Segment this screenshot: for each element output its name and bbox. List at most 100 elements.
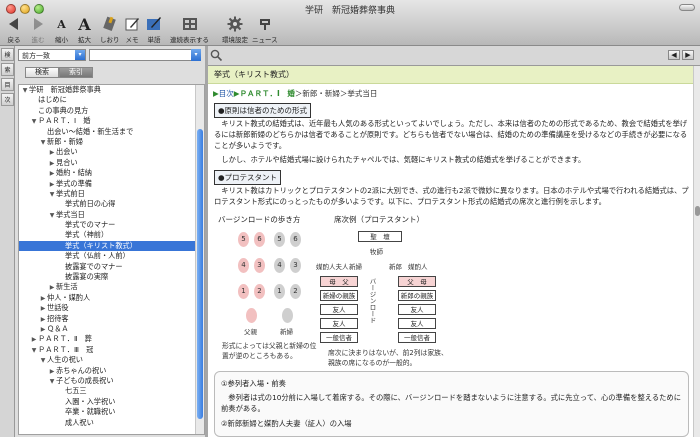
chevron-down-icon: ▾ (75, 50, 85, 60)
tree-item[interactable]: 入園・入学祝い (19, 397, 204, 407)
tree-item[interactable]: 挙式前日の心得 (19, 199, 204, 209)
side-tab-contents[interactable]: 目 (1, 78, 14, 91)
tree-item[interactable]: ▼ 挙式当日 (19, 210, 204, 220)
seat-row: 新郎の親族 (398, 290, 436, 301)
tree-item[interactable]: この事典の見方 (19, 106, 204, 116)
match-mode-select[interactable]: 前方一致 ▾ (18, 49, 86, 61)
font-smaller-icon: A (57, 17, 66, 31)
breadcrumb: ▶目次▶ＰＡＲＴ．Ⅰ 婚＞新郎・新婦＞挙式当日 (213, 88, 377, 99)
tree-item[interactable]: 挙式（仏前・人前） (19, 251, 204, 261)
word-button[interactable]: 単語 (146, 15, 162, 45)
disclosure-open-icon[interactable]: ▼ (48, 377, 56, 387)
forward-button[interactable]: 進む (30, 15, 46, 45)
figure-caption: 形式によっては父親と新婦の位置が逆のところもある。 (222, 342, 317, 360)
tree-item[interactable]: ▶ 赤ちゃんの祝い (19, 366, 204, 376)
back-arrow-icon (9, 18, 18, 30)
tree-item-label: 挙式（仏前・人前） (65, 251, 130, 261)
tree-item[interactable]: 出会い～結婚・新生活まで (19, 127, 204, 137)
continuous-display-button[interactable]: 連続表示する (170, 15, 209, 45)
procession-marker: 1 (274, 284, 285, 299)
tree-item[interactable]: ▼ 新郎・新婦 (19, 137, 204, 147)
tree-item[interactable]: ▶ Ｑ＆Ａ (19, 324, 204, 334)
search-icon[interactable] (210, 49, 223, 62)
tree-item[interactable]: ▼ 人生の祝い (19, 355, 204, 365)
tree-item-selected[interactable]: 挙式（キリスト教式） (19, 240, 204, 252)
toolbar-toggle-button[interactable] (679, 4, 695, 11)
procession-marker: 5 (238, 232, 249, 247)
bookmark-button[interactable]: しおり (100, 15, 120, 45)
tree-item[interactable]: ▶ ＰＡＲＴ．Ⅱ 葬 (19, 334, 204, 344)
tree-item-label: 招待客 (47, 313, 69, 323)
disclosure-open-icon[interactable]: ▼ (48, 190, 56, 200)
tree-item[interactable]: ▼ ＰＡＲＴ．Ⅰ 婚 (19, 116, 204, 126)
side-tab-index[interactable]: 索 (1, 63, 14, 76)
font-smaller-button[interactable]: A 縮小 (55, 15, 68, 45)
father-label: 父親 (244, 328, 257, 336)
disclosure-open-icon[interactable]: ▼ (39, 138, 47, 148)
tree-scrollbar-thumb[interactable] (197, 129, 203, 419)
tree-item-label: 挙式当日 (56, 209, 85, 219)
tree-item[interactable]: 挙式（神前） (19, 230, 204, 240)
tree-item[interactable]: ▼ 子どもの成長祝い (19, 376, 204, 386)
tree-item[interactable]: ▶ 新生活 (19, 282, 204, 292)
chevron-down-icon: ▾ (194, 51, 198, 58)
altar-box: 聖 壇 (358, 231, 402, 242)
tree-item[interactable]: 披露宴の実際 (19, 272, 204, 282)
search-history-dropdown[interactable]: ▾ (191, 49, 201, 61)
side-tab-next[interactable]: 次 (1, 93, 14, 106)
tree-item[interactable]: ▼ 挙式前日 (19, 189, 204, 199)
tree-item[interactable]: 披露宴でのマナー (19, 262, 204, 272)
news-button[interactable]: ニュース (252, 15, 278, 45)
preferences-button[interactable]: 環境設定 (222, 15, 248, 45)
memo-button[interactable]: メモ (124, 15, 140, 45)
tree-item[interactable]: ▶ 出会い (19, 147, 204, 157)
tree-scrollbar[interactable] (195, 85, 204, 434)
disclosure-open-icon[interactable]: ▼ (48, 211, 56, 221)
tree-item[interactable]: ▶ 見合い (19, 158, 204, 168)
tree-item-label: ＰＡＲＴ．Ⅰ 婚 (38, 116, 91, 126)
procession-marker: 2 (254, 284, 265, 299)
tree-item[interactable]: はじめに (19, 95, 204, 105)
tree-item[interactable]: 卒業・就職祝い (19, 407, 204, 417)
back-button[interactable]: 戻る (6, 15, 22, 45)
seat-row: 友人 (320, 304, 358, 315)
tree-item[interactable]: ▼ ＰＡＲＴ．Ⅲ 冠 (19, 345, 204, 355)
disclosure-open-icon[interactable]: ▼ (30, 346, 38, 356)
tree-item[interactable]: ▶ 招待客 (19, 314, 204, 324)
tree-item-label: 挙式（神前） (65, 230, 109, 240)
tree-item[interactable]: 成人祝い (19, 418, 204, 428)
breadcrumb-part-link[interactable]: ＰＡＲＴ．Ⅰ 婚 (240, 89, 295, 98)
tree-item-label: 世話役 (47, 303, 69, 313)
tree-item[interactable]: ▶ 世話役 (19, 303, 204, 313)
tree-item[interactable]: ▼ 学研 新冠婚葬祭事典 (19, 85, 204, 95)
body-paragraph: しかし、ホテルや結婚式場に設けられたチャペルでは、気軽にキリスト教式の結婚式を挙… (221, 155, 586, 164)
procession-marker: 4 (238, 258, 249, 273)
tree-item-label: 出会い～結婚・新生活まで (47, 126, 134, 136)
font-larger-button[interactable]: A 拡大 (78, 15, 91, 45)
tree-item[interactable]: 七五三 (19, 386, 204, 396)
tab-search[interactable]: 検索 (25, 67, 59, 78)
groom-seat-label: 新郎 (389, 263, 402, 271)
disclosure-open-icon[interactable]: ▼ (39, 356, 47, 366)
search-input[interactable] (89, 49, 197, 61)
side-tab-search[interactable]: 検 (1, 48, 14, 61)
content-toolbar: ◀ ▶ (208, 46, 700, 66)
procession-marker: 2 (290, 284, 301, 299)
disclosure-open-icon[interactable]: ▼ (21, 86, 29, 96)
tree-item-label: 新郎・新婦 (47, 136, 83, 146)
next-entry-icon[interactable]: ▶ (682, 50, 694, 60)
tree-item[interactable]: ▶ 挙式の準備 (19, 179, 204, 189)
disclosure-closed-icon[interactable]: ▶ (48, 169, 56, 179)
tab-index[interactable]: 索引 (59, 67, 93, 78)
content-scrollbar[interactable] (693, 66, 700, 437)
disclosure-open-icon[interactable]: ▼ (30, 117, 38, 127)
tree-item-label: 挙式前日の心得 (65, 199, 116, 209)
tree-item[interactable]: ▶ 婚約・結納 (19, 168, 204, 178)
content-scrollbar-thumb[interactable] (695, 206, 700, 216)
forward-arrow-icon (34, 18, 43, 30)
prev-entry-icon[interactable]: ◀ (668, 50, 680, 60)
tree-item[interactable]: ▶ 仲人・媒酌人 (19, 293, 204, 303)
tree-item[interactable]: 挙式でのマナー (19, 220, 204, 230)
breadcrumb-contents-link[interactable]: 目次 (219, 89, 234, 98)
tree-item-label: ＰＡＲＴ．Ⅲ 冠 (38, 344, 94, 354)
